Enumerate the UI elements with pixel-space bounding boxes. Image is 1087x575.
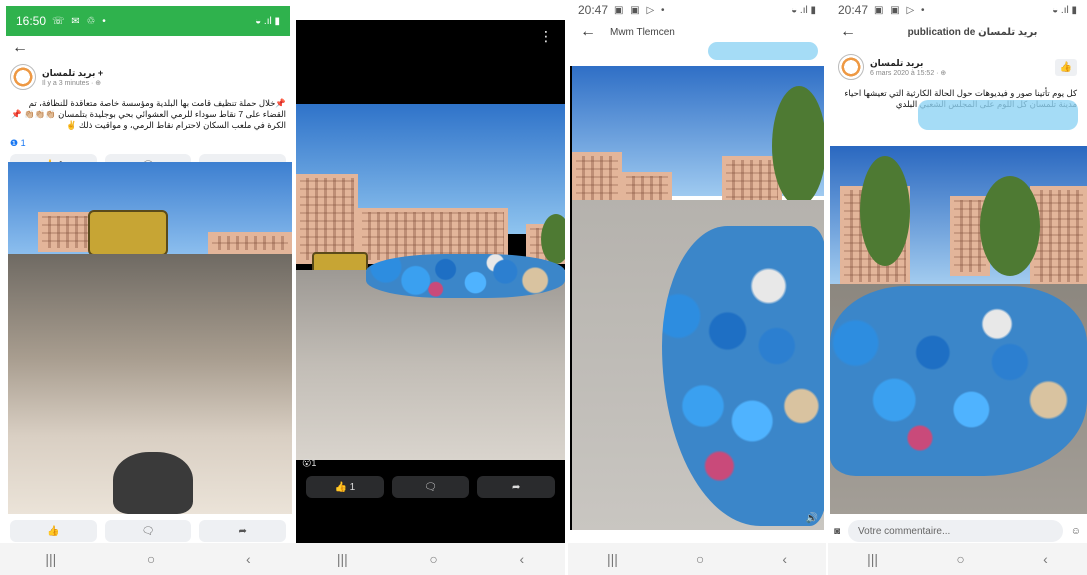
android-nav-bar: ||| ○ ‹ [828,543,1087,575]
like-page-icon[interactable]: 👍 [1054,58,1077,76]
status-time: 20:47 [578,3,609,17]
post-timestamp: Il y a 3 minutes · ⊕ [42,79,102,87]
post-header: بريد تلمسان 6 mars 2020 à 15:52 · ⊕ 👍 [828,50,1087,84]
more-options-icon[interactable]: ⋮ [539,28,553,45]
home-button[interactable]: ○ [429,551,437,567]
signal-icons: ◒ .ıl ▮ [255,15,280,27]
action-buttons: 👍 1 🗨 ➦ [296,474,565,500]
reaction-count[interactable]: ❶ 1 [0,135,296,152]
signal-icons: ◒ .ıl ▮ [1052,4,1077,16]
back-arrow-icon[interactable]: ← [580,23,596,41]
home-button[interactable]: ○ [956,551,964,567]
avatar[interactable] [838,54,864,80]
share-button[interactable]: ➦ [477,476,556,498]
screenshot-panel-1: 16:50 ☏ ✉ ♲ • ◒ .ıl ▮ ← بريد تلمسان + Il… [0,0,296,575]
notification-icons: ▣ ▣ ▷ • [614,4,667,16]
comment-input[interactable]: Votre commentaire... [848,520,1063,542]
android-nav-bar: ||| ○ ‹ [0,543,296,575]
nav-back-button[interactable]: ‹ [782,551,787,567]
like-button-bottom[interactable]: 👍 [10,520,97,542]
viewer-photo[interactable] [296,104,565,460]
android-nav-bar: ||| ○ ‹ [296,543,565,575]
android-nav-bar: ||| ○ ‹ [568,543,826,575]
garbage-pile [830,286,1087,476]
camera-icon[interactable]: ◙ [834,526,840,537]
post-text: 📌خلال حملة تنظيف قامت بها البلدية ومؤسسة… [11,98,286,130]
top-bar: ← publication de بريد تلمسان [828,20,1087,44]
notification-icons: ▣ ▣ ▷ • [874,4,927,16]
redacted-area [918,100,1078,130]
photo-viewer: ⋮ 😮1 👍 1 🗨 ➦ [296,20,565,545]
recent-apps-button[interactable]: ||| [867,551,878,567]
page-title: publication de بريد تلمسان [907,26,1038,38]
recent-apps-button[interactable]: ||| [337,551,348,567]
post-header: بريد تلمسان + Il y a 3 minutes · ⊕ [0,60,296,94]
photographer-shadow [113,452,193,514]
screenshot-panel-2: ⋮ 😮1 👍 1 🗨 ➦ ||| ○ ‹ [296,0,565,575]
page-name[interactable]: بريد تلمسان [870,58,1049,69]
like-button[interactable]: 👍 1 [306,476,384,498]
garbage-pile [366,254,565,298]
status-bar: 20:47 ▣ ▣ ▷ • ◒ .ıl ▮ [568,0,826,20]
page-name[interactable]: بريد تلمسان + [42,68,103,79]
comment-bar: ◙ Votre commentaire... ☺ [834,518,1081,544]
status-time: 16:50 [16,14,47,28]
status-bar: 16:50 ☏ ✉ ♲ • ◒ .ıl ▮ [6,6,290,36]
back-arrow-icon[interactable]: ← [840,23,856,41]
nav-back-button[interactable]: ‹ [519,551,524,567]
video-frame[interactable]: 🔊 [570,66,824,530]
status-time: 20:47 [838,3,869,17]
page-title: Mwm Tlemcen [610,26,675,38]
top-bar: ← [0,36,296,60]
share-button-bottom[interactable]: ➦ [199,520,287,542]
comment-button[interactable]: 🗨 [391,476,470,498]
post-photo[interactable] [8,162,292,514]
avatar[interactable] [10,64,36,90]
home-button[interactable]: ○ [147,551,155,567]
volume-icon[interactable]: 🔊 [806,513,818,524]
status-bar: 20:47 ▣ ▣ ▷ • ◒ .ıl ▮ [828,0,1087,20]
signal-icons: ◒ .ıl ▮ [791,4,816,16]
recent-apps-button[interactable]: ||| [45,551,56,567]
screenshot-panel-4: 20:47 ▣ ▣ ▷ • ◒ .ıl ▮ ← publication de ب… [828,0,1087,575]
redacted-area [708,42,818,60]
emoji-icon[interactable]: ☺ [1071,526,1081,537]
action-buttons-bottom: 👍 🗨 ➦ [0,518,296,544]
post-timestamp: 6 mars 2020 à 15:52 · ⊕ [870,69,947,77]
nav-back-button[interactable]: ‹ [1043,551,1048,567]
notification-icons: ☏ ✉ ♲ • [52,15,108,27]
screenshot-panel-3: 20:47 ▣ ▣ ▷ • ◒ .ıl ▮ ← Mwm Tlemcen 🔊 ||… [568,0,826,575]
loader-truck [88,210,168,256]
reaction-count[interactable]: 😮1 [302,458,316,469]
comment-button-bottom[interactable]: 🗨 [104,520,192,542]
home-button[interactable]: ○ [696,551,704,567]
top-bar: ← Mwm Tlemcen [568,20,826,44]
recent-apps-button[interactable]: ||| [607,551,618,567]
back-arrow-icon[interactable]: ← [12,39,28,57]
post-photo[interactable] [830,146,1087,514]
nav-back-button[interactable]: ‹ [246,551,251,567]
